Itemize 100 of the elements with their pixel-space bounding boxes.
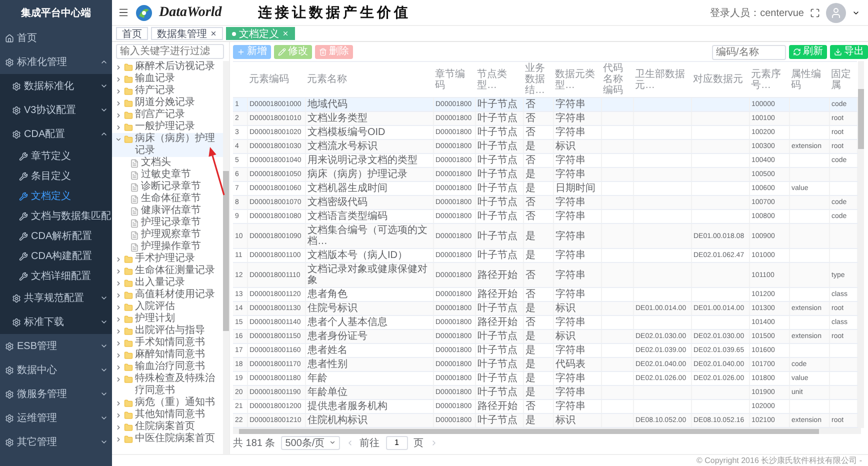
total-count: 共 181 条 <box>233 436 276 450</box>
download-icon <box>834 48 842 56</box>
tree-item[interactable]: 入院评估 <box>112 301 223 313</box>
settings-icon <box>5 342 14 350</box>
trash-icon <box>319 48 327 56</box>
folder-icon <box>124 315 133 324</box>
document-icon <box>130 183 139 192</box>
tree-item[interactable]: 剖宫产记录 <box>112 109 223 121</box>
settings-icon <box>12 294 21 302</box>
page-input[interactable]: 1 <box>386 436 408 450</box>
tree-item[interactable]: 中医住院病案首页 <box>112 433 223 445</box>
tree-item[interactable]: 住院病案首页 <box>112 421 223 433</box>
settings-icon <box>5 414 14 422</box>
document-icon <box>130 231 139 240</box>
wrench-icon <box>19 212 28 220</box>
close-icon[interactable] <box>210 30 217 37</box>
document-icon <box>130 243 139 252</box>
settings-icon <box>5 366 14 374</box>
user-icon <box>830 6 842 18</box>
document-icon <box>130 159 139 168</box>
logo-text: DataWorld <box>159 4 222 20</box>
user-label: 登录人员：centervue <box>710 6 804 20</box>
folder-icon <box>124 255 133 264</box>
tab[interactable]: 首页 <box>116 27 148 40</box>
tab[interactable]: 数据集管理 <box>151 27 223 40</box>
folder-icon <box>124 135 133 144</box>
chevron-up-icon <box>100 130 108 138</box>
chevron-down-icon <box>100 318 108 326</box>
slogan: 连接让数据产生价值 <box>258 4 411 22</box>
tree-item[interactable]: 手术护理记录 <box>112 253 223 265</box>
folder-icon <box>124 339 133 348</box>
tree-item[interactable]: 护理观察章节 <box>112 229 223 241</box>
chevron-up-icon <box>100 58 108 66</box>
chevron-down-icon <box>100 106 108 114</box>
tree-item[interactable]: 阴道分娩记录 <box>112 97 223 109</box>
folder-icon <box>124 111 133 120</box>
tree-item[interactable]: 高值耗材使用记录 <box>112 289 223 301</box>
folder-icon <box>124 279 133 288</box>
folder-icon <box>124 99 133 108</box>
tree-item[interactable]: 其他知情同意书 <box>112 409 223 421</box>
tree-item[interactable]: 麻醉知情同意书 <box>112 349 223 361</box>
tree-item[interactable]: 特殊检查及特殊治疗同意书 <box>112 373 223 397</box>
folder-icon <box>124 399 133 408</box>
folder-icon <box>124 435 133 444</box>
document-icon <box>130 207 139 216</box>
document-icon <box>130 171 139 180</box>
tree-item[interactable]: 出入量记录 <box>112 277 223 289</box>
wrench-icon <box>19 152 28 160</box>
folder-icon <box>124 375 133 384</box>
tree-item[interactable]: 一般护理记录 <box>112 121 223 133</box>
tree-item[interactable]: 输血记录 <box>112 73 223 85</box>
folder-icon <box>124 351 133 360</box>
chevron-down-icon <box>100 438 108 446</box>
tree-item[interactable]: 出院评估与指导 <box>112 325 223 337</box>
tree-item[interactable]: 待产记录 <box>112 85 223 97</box>
settings-icon <box>5 58 14 66</box>
search-field[interactable]: 编码/名称 <box>712 44 786 60</box>
folder-icon <box>124 63 133 72</box>
dot-icon <box>232 32 236 36</box>
chevron-down-icon <box>100 342 108 350</box>
settings-icon <box>5 390 14 398</box>
page-unit: 页 <box>414 436 424 450</box>
document-icon <box>130 195 139 204</box>
settings-icon <box>12 82 21 90</box>
folder-icon <box>124 327 133 336</box>
settings-icon <box>5 438 14 446</box>
tree-item[interactable]: 生命体征测量记录 <box>112 265 223 277</box>
chevron-down-icon <box>100 294 108 302</box>
tree-item[interactable]: 健康评估章节 <box>112 205 223 217</box>
fullscreen-icon[interactable] <box>810 8 820 18</box>
document-icon <box>130 219 139 228</box>
folder-icon <box>124 75 133 84</box>
folder-icon <box>124 87 133 96</box>
tree-item[interactable]: 护理计划 <box>112 313 223 325</box>
tree-item[interactable]: 病床（病房）护理记录 <box>112 133 223 157</box>
tree-item[interactable]: 诊断记录章节 <box>112 181 223 193</box>
filter-field[interactable]: 输入关键字进行过滤 <box>116 44 224 59</box>
tree-item[interactable]: 生命体征章节 <box>112 193 223 205</box>
tree-item[interactable]: 过敏史章节 <box>112 169 223 181</box>
chevron-down-icon <box>100 414 108 422</box>
tree-item[interactable]: 病危（重）通知书 <box>112 397 223 409</box>
tree-item[interactable]: 手术知情同意书 <box>112 337 223 349</box>
pencil-icon <box>278 48 286 56</box>
tree-item[interactable]: 输血治疗同意书 <box>112 361 223 373</box>
annotation-arrow <box>208 147 225 196</box>
plus-icon <box>237 48 245 56</box>
goto-label: 前往 <box>360 436 380 450</box>
menu-icon[interactable] <box>118 7 129 18</box>
home-icon <box>5 34 14 42</box>
folder-icon <box>124 363 133 372</box>
tree-item[interactable]: 护理操作章节 <box>112 241 223 253</box>
page-size-select[interactable]: 500条/页 <box>281 436 340 450</box>
wrench-icon <box>19 252 28 260</box>
sidebar-title: 集成平台中心端 <box>20 6 92 21</box>
tree-item[interactable]: 护理记录章节 <box>112 217 223 229</box>
chevron-down-icon <box>100 366 108 374</box>
folder-icon <box>124 423 133 432</box>
wrench-icon <box>19 272 28 280</box>
tree-item[interactable]: 文档头 <box>112 157 223 169</box>
wrench-icon <box>19 192 28 200</box>
